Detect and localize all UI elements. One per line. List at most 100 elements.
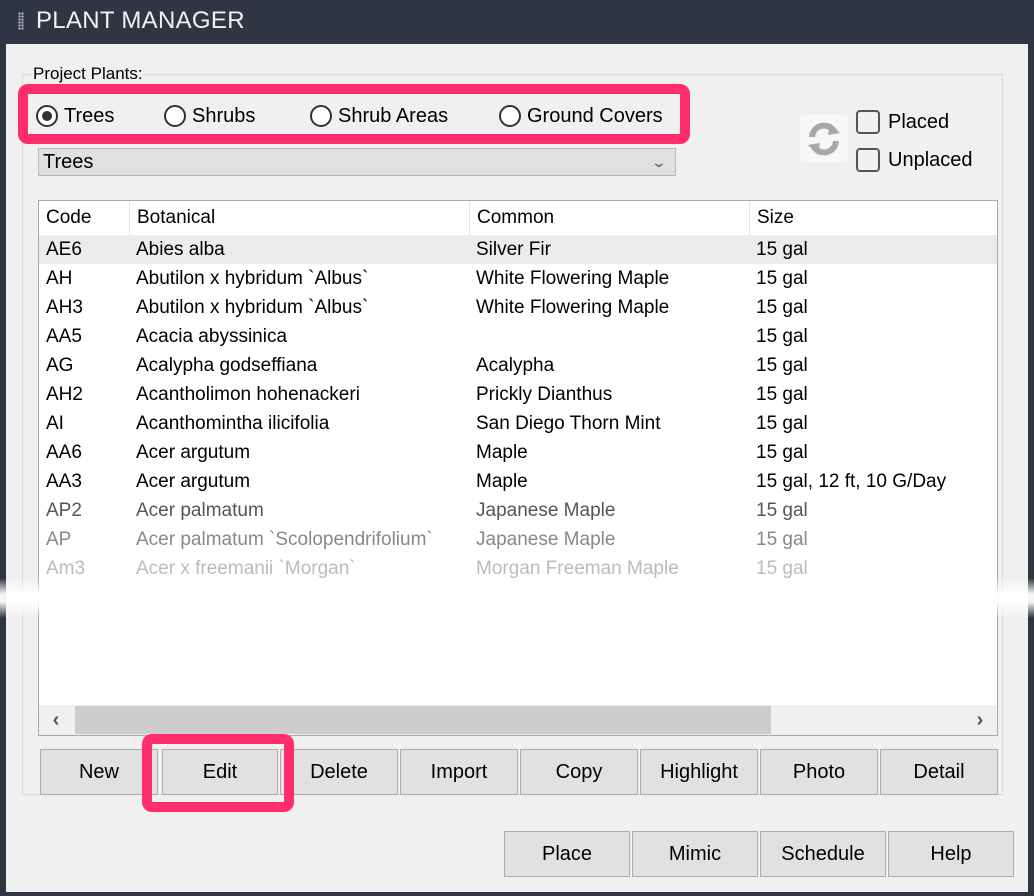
photo-button[interactable]: Photo [760, 749, 878, 795]
cell-botanical: Abutilon x hybridum `Albus` [136, 268, 369, 289]
delete-button[interactable]: Delete [280, 749, 398, 795]
dialog-body: Project Plants: Trees Shrubs Shrub Areas… [6, 44, 1028, 892]
table-row[interactable]: AP2 Acer palmatum Japanese Maple 15 gal [39, 496, 997, 525]
checkbox-box [856, 110, 880, 134]
scrollbar-thumb[interactable] [75, 706, 771, 734]
table-header: Code Botanical Common Size [39, 201, 997, 235]
detail-button[interactable]: Detail [880, 749, 998, 795]
table-row[interactable]: AA5 Acacia abyssinica 15 gal [39, 322, 997, 351]
chevron-down-icon: ⌄ [650, 154, 668, 170]
cell-code: AH2 [46, 384, 83, 405]
dropdown-value: Trees [43, 151, 94, 173]
scroll-right-icon[interactable]: › [963, 705, 997, 735]
new-button[interactable]: New [40, 749, 158, 795]
copy-button[interactable]: Copy [520, 749, 638, 795]
refresh-button[interactable] [800, 115, 848, 163]
cell-size: 15 gal [756, 587, 808, 608]
cell-size: 15 gal [756, 442, 808, 463]
column-header-code[interactable]: Code [39, 201, 129, 235]
cell-size: 15 gal [756, 413, 808, 434]
cell-common: Prickly Dianthus [476, 384, 613, 405]
cell-code: AH [46, 268, 73, 289]
project-plants-label: Project Plants: [31, 64, 145, 84]
table-row[interactable]: AP Acer palmatum `Scolopendrifolium` Japan… [39, 525, 997, 554]
cell-botanical: Acacia abyssinica [136, 326, 288, 347]
cell-common: Maple [476, 442, 528, 463]
table-row[interactable]: AH2 Acantholimon hohenackeri Prickly Diant… [39, 380, 997, 409]
help-button[interactable]: Help [888, 831, 1014, 877]
cell-code: AP [46, 529, 72, 550]
title-bar[interactable]: PLANT MANAGER [0, 0, 1034, 44]
cell-common: Acalypha [476, 355, 555, 376]
cell-size: 15 gal [756, 326, 808, 347]
table-row[interactable]: AG Acalypha godseffiana Acalypha 15 gal [39, 351, 997, 380]
table-row[interactable]: AA3 Acer argutum Maple 15 gal, 12 ft, 10 G/… [39, 467, 997, 496]
scroll-left-icon[interactable]: ‹ [39, 705, 73, 735]
cell-size: 15 gal [756, 355, 808, 376]
cell-size: 15 gal [756, 239, 808, 260]
cell-common [469, 322, 749, 351]
cell-code: AE6 [46, 239, 82, 260]
cell-botanical: Acer argutum [136, 442, 251, 463]
highlight-annotation-edit [142, 734, 294, 812]
table-row[interactable]: Am3 Acer x freemanii `Morgan` Morgan Freem… [39, 554, 997, 583]
cell-code: Am3 [46, 558, 86, 579]
horizontal-scrollbar[interactable]: ‹ › [39, 705, 997, 735]
cell-code: AI [46, 413, 64, 434]
cell-botanical: Acer palmatum [136, 500, 264, 521]
cell-common: Maple [476, 471, 528, 492]
table-row[interactable]: AA6 Acer argutum Maple 15 gal [39, 438, 997, 467]
table-row[interactable]: AI Acanthomintha ilicifolia San Diego Thor… [39, 409, 997, 438]
window-title: PLANT MANAGER [36, 7, 245, 34]
cell-code: AA6 [46, 442, 82, 463]
cell-botanical: Abutilon x hybridum `Albus` [136, 297, 369, 318]
column-header-botanical[interactable]: Botanical [129, 201, 469, 235]
column-header-common[interactable]: Common [469, 201, 749, 235]
cell-code: AC [46, 587, 73, 608]
checkbox-label: Placed [888, 110, 950, 133]
cell-size: 15 gal [756, 529, 808, 550]
cell-common: Japanese Maple [476, 500, 616, 521]
cell-common: White Flowering Maple [476, 297, 670, 318]
unplaced-checkbox[interactable]: Unplaced [856, 148, 973, 172]
cell-botanical: Acer palmatum `Scolopendrifolium` [136, 529, 433, 550]
cell-botanical: Acantholimon hohenackeri [136, 384, 360, 405]
cell-botanical: Acalypha godseffiana [136, 355, 318, 376]
cell-common: Japanese Maple [476, 529, 616, 550]
cell-common: Italian Alder [476, 587, 576, 608]
mimic-button[interactable]: Mimic [632, 831, 758, 877]
cell-size: 15 gal [756, 384, 808, 405]
column-header-size[interactable]: Size [749, 201, 997, 235]
schedule-button[interactable]: Schedule [760, 831, 886, 877]
cell-size: 15 gal, 12 ft, 10 G/Day [756, 471, 947, 492]
highlight-annotation-radios [18, 84, 690, 144]
cell-common: Morgan Freeman Maple [476, 558, 679, 579]
plant-category-dropdown[interactable]: Trees ⌄ [38, 148, 676, 176]
cell-size: 15 gal [756, 297, 808, 318]
cell-botanical: Acer x freemanii `Morgan` [136, 558, 356, 579]
cell-size: 15 gal [756, 558, 808, 579]
cell-size: 15 gal [756, 268, 808, 289]
cell-common: White Flowering Maple [476, 268, 670, 289]
table-row[interactable]: AE6 Abies alba Silver Fir 15 gal [39, 235, 997, 264]
placed-checkbox[interactable]: Placed [856, 110, 949, 134]
checkbox-box [856, 148, 880, 172]
plants-table[interactable]: Code Botanical Common Size AE6 Abies alba… [38, 200, 998, 736]
import-button[interactable]: Import [400, 749, 518, 795]
place-button[interactable]: Place [504, 831, 630, 877]
table-row[interactable]: AH Abutilon x hybridum `Albus` White Flowe… [39, 264, 997, 293]
cell-common: Silver Fir [476, 239, 551, 260]
table-row[interactable]: AC Alnus cordata Italian Alder 15 gal [39, 583, 997, 612]
cell-code: AH3 [46, 297, 83, 318]
cell-botanical: Acer argutum [136, 471, 251, 492]
cell-code: AA5 [46, 326, 82, 347]
cell-code: AG [46, 355, 74, 376]
cell-botanical: Acanthomintha ilicifolia [136, 413, 330, 434]
table-row[interactable]: AH3 Abutilon x hybridum `Albus` White Flow… [39, 293, 997, 322]
highlight-button[interactable]: Highlight [640, 749, 758, 795]
refresh-icon [808, 122, 840, 156]
checkbox-label: Unplaced [888, 148, 973, 171]
cell-common: San Diego Thorn Mint [476, 413, 661, 434]
drag-grip-icon[interactable] [18, 12, 24, 30]
cell-botanical: Alnus cordata [136, 587, 253, 608]
